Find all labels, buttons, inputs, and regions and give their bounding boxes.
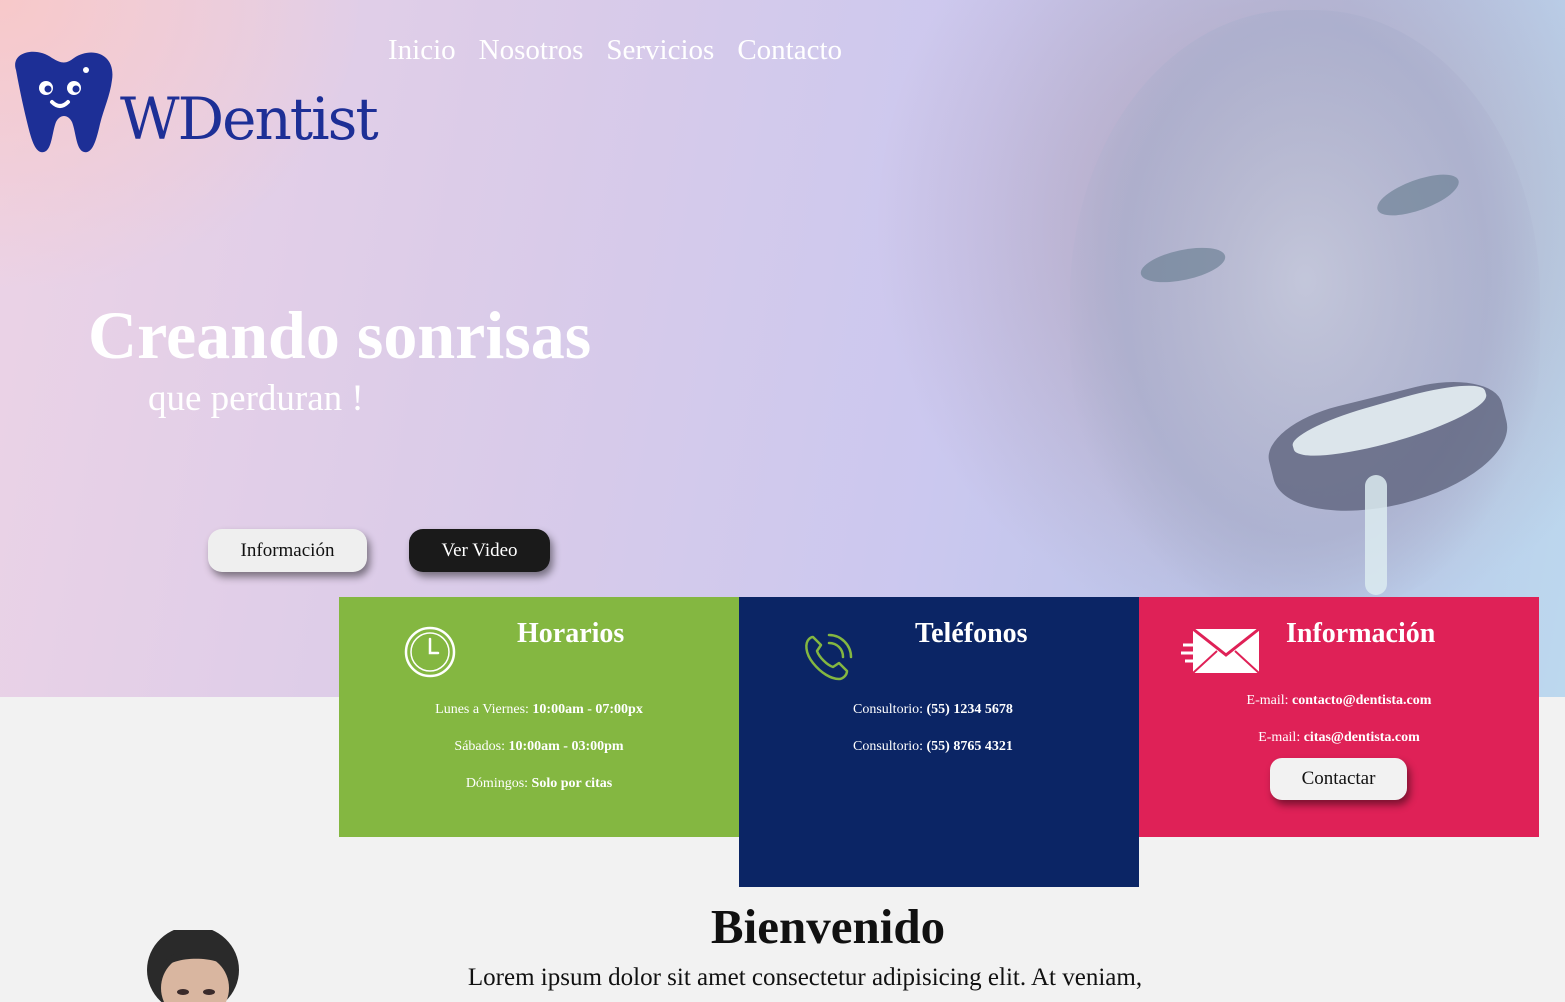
clock-icon [404,626,456,678]
hero-title: Creando sonrisas [88,297,592,373]
info-title: Información [1286,618,1436,649]
hours-weekdays-value: 10:00am - 07:00px [532,702,643,717]
hours-title: Horarios [517,618,625,649]
email-appointments-value[interactable]: citas@dentista.com [1304,730,1420,745]
brand-logo[interactable]: WDentist [8,50,379,160]
hours-sunday: Dómingos: Solo por citas [339,775,739,793]
hours-sunday-label: Dómingos: [465,776,532,791]
phone-line-1: Consultorio: (55) 1234 5678 [853,701,1013,719]
hours-saturday-value: 10:00am - 03:00pm [508,739,624,754]
email-line-1-label: E-mail: [1246,693,1293,708]
hours-weekdays: Lunes a Viernes: 10:00am - 07:00px [339,701,739,719]
phone-icon [805,633,853,681]
hero-photo-tooth [1365,475,1387,595]
phone-line-2-label: Consultorio: [853,739,927,754]
welcome-title: Bienvenido [710,899,946,954]
hero-section: WDentist Inicio Nosotros Servicios Conta… [0,0,1565,697]
hours-sunday-value: Solo por citas [531,776,613,791]
phones-card: Teléfonos Consultorio: (55) 1234 5678 Co… [739,597,1139,887]
phone-line-1-value: (55) 1234 5678 [926,702,1013,717]
hours-weekdays-label: Lunes a Viernes: [435,702,533,717]
hours-saturday-label: Sábados: [454,739,509,754]
email-line-1: E-mail: contacto@dentista.com [1139,692,1539,710]
contact-button[interactable]: Contactar [1270,758,1407,800]
tooth-logo-icon [15,51,113,153]
nav-link-nosotros[interactable]: Nosotros [479,30,584,70]
info-card: Información E-mail: contacto@dentista.co… [1139,597,1539,837]
info-button[interactable]: Información [208,529,367,572]
hours-saturday: Sábados: 10:00am - 03:00pm [339,738,739,756]
nav-link-servicios[interactable]: Servicios [606,30,714,70]
email-line-2: E-mail: citas@dentista.com [1139,729,1539,747]
brand-name: WDentist [120,85,379,153]
main-nav: Inicio Nosotros Servicios Contacto [388,30,842,70]
phones-title: Teléfonos [915,618,1028,649]
phone-line-2-value: (55) 8765 4321 [926,739,1013,754]
nav-link-contacto[interactable]: Contacto [737,30,842,70]
watch-video-button[interactable]: Ver Video [409,529,550,572]
email-contact-value[interactable]: contacto@dentista.com [1292,693,1431,708]
nav-link-inicio[interactable]: Inicio [388,30,456,70]
envelope-icon [1181,627,1260,674]
hero-subtitle: que perduran ! [148,378,364,419]
hours-card: Horarios Lunes a Viernes: 10:00am - 07:0… [339,597,739,837]
phone-line-2: Consultorio: (55) 8765 4321 [853,738,1013,756]
email-line-2-label: E-mail: [1258,730,1304,745]
welcome-text: Lorem ipsum dolor sit amet consectetur a… [467,964,1143,991]
phone-line-1-label: Consultorio: [853,702,927,717]
hero-photo-face [1070,10,1540,610]
